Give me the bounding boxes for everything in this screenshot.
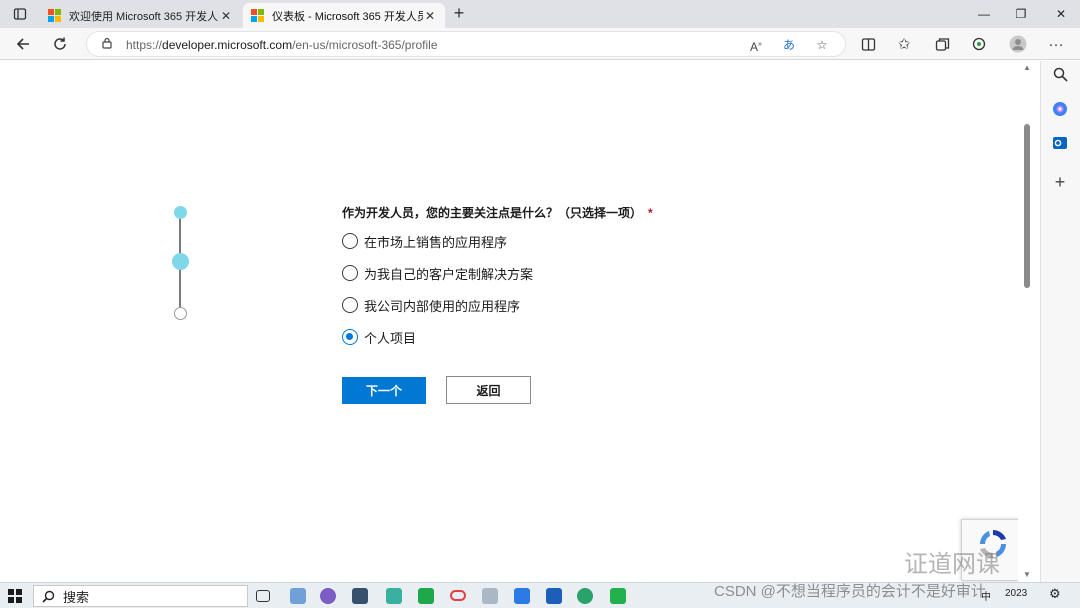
- more-menu-icon: ···: [1048, 35, 1064, 53]
- page-scrollbar[interactable]: ▲ ▼: [1018, 61, 1036, 582]
- option-label: 在市场上销售的应用程序: [364, 234, 508, 250]
- step-3-dot: [174, 307, 187, 320]
- split-screen-icon: [861, 37, 875, 51]
- windows-start-icon[interactable]: [8, 589, 22, 603]
- navigation-bar: https://developer.microsoft.com/en-us/mi…: [0, 28, 1080, 60]
- scroll-up-icon[interactable]: ▲: [1023, 63, 1031, 72]
- focus-question: 作为开发人员，您的主要关注点是什么？（只选择一项） *: [342, 204, 653, 221]
- search-icon: [42, 590, 55, 603]
- microsoft-logo-icon: [48, 8, 62, 23]
- scroll-thumb[interactable]: [1024, 124, 1030, 288]
- new-tab-button[interactable]: +: [448, 3, 470, 25]
- tab-welcome[interactable]: 欢迎使用 Microsoft 365 开发人员 ✕: [40, 3, 241, 28]
- settings-gear-icon[interactable]: ⚙: [1049, 586, 1061, 602]
- close-tab-icon[interactable]: ✕: [423, 9, 437, 23]
- url-scheme: https://: [126, 38, 163, 52]
- csdn-text: CSDN @不想当程序员的会计不是好审计: [714, 583, 986, 600]
- edge-sidebar: +: [1040, 61, 1080, 582]
- app-icon[interactable]: [450, 590, 466, 601]
- task-view-icon[interactable]: [256, 590, 270, 602]
- more-menu-button[interactable]: ···: [1043, 32, 1069, 56]
- radio-button-selected[interactable]: [342, 329, 358, 345]
- app-icon[interactable]: [418, 588, 434, 604]
- radio-button[interactable]: [342, 233, 358, 249]
- app-icon[interactable]: [482, 588, 498, 604]
- copilot-icon[interactable]: [1050, 101, 1070, 121]
- option-label: 为我自己的客户定制解决方案: [364, 266, 534, 282]
- radio-button[interactable]: [342, 297, 358, 313]
- add-icon[interactable]: +: [1050, 172, 1070, 192]
- extensions-icon: [972, 37, 986, 51]
- option-label: 个人项目: [364, 330, 417, 346]
- step-1-dot: [174, 206, 187, 219]
- option-custom-solutions[interactable]: 为我自己的客户定制解决方案: [342, 264, 533, 282]
- collections-button[interactable]: [929, 32, 955, 56]
- minimize-button[interactable]: —: [966, 0, 1002, 28]
- url-path: /en-us/microsoft-365/profile: [292, 38, 438, 52]
- tab-title: 仪表板 - Microsoft 365 开发人员: [272, 10, 423, 23]
- profile-button[interactable]: [1005, 32, 1031, 56]
- edge-icon[interactable]: [577, 588, 593, 604]
- option-personal-projects[interactable]: 个人项目: [342, 328, 416, 346]
- word-icon[interactable]: [546, 588, 562, 604]
- address-bar[interactable]: https://developer.microsoft.com/en-us/mi…: [86, 31, 846, 57]
- url-host: developer.microsoft.com: [162, 38, 293, 52]
- favorite-star-icon[interactable]: ☆: [812, 35, 832, 55]
- search-label: 搜索: [63, 589, 90, 605]
- search-icon[interactable]: [1050, 67, 1070, 87]
- brand-text: 证道网课: [904, 551, 1000, 578]
- brand-watermark: 证道网课: [904, 544, 1000, 579]
- app-icon[interactable]: [386, 588, 402, 604]
- option-marketplace-apps[interactable]: 在市场上销售的应用程序: [342, 232, 507, 250]
- wechat-icon[interactable]: [610, 588, 626, 604]
- favorites-button[interactable]: ✩: [891, 32, 917, 56]
- csdn-watermark: CSDN @不想当程序员的会计不是好审计: [714, 580, 986, 601]
- back-form-button[interactable]: 返回: [446, 376, 531, 404]
- tab-title: 欢迎使用 Microsoft 365 开发人员: [69, 10, 219, 23]
- step-2-dot: [172, 253, 189, 270]
- app-icon[interactable]: [352, 588, 368, 604]
- app-icon[interactable]: [514, 588, 530, 604]
- translate-icon[interactable]: あ: [779, 35, 799, 55]
- next-button[interactable]: 下一个: [342, 377, 426, 404]
- extensions-button[interactable]: [966, 32, 992, 56]
- required-mark: *: [648, 206, 653, 220]
- outlook-icon[interactable]: [1050, 135, 1070, 155]
- refresh-button[interactable]: [47, 32, 73, 56]
- profile-avatar: [1009, 35, 1027, 53]
- question-text: 作为开发人员，您的主要关注点是什么？（只选择一项）: [342, 206, 643, 220]
- maximize-button[interactable]: ❐: [1003, 0, 1039, 28]
- url-text[interactable]: https://developer.microsoft.com/en-us/mi…: [126, 38, 438, 52]
- option-internal-apps[interactable]: 我公司内部使用的应用程序: [342, 296, 520, 314]
- app-icon[interactable]: [290, 588, 306, 604]
- close-window-button[interactable]: ✕: [1043, 0, 1079, 28]
- scroll-down-icon[interactable]: ▼: [1023, 570, 1031, 579]
- collections-icon: [935, 37, 949, 51]
- tab-strip: 欢迎使用 Microsoft 365 开发人员 ✕ 仪表板 - Microsof…: [0, 0, 1080, 28]
- radio-button[interactable]: [342, 265, 358, 281]
- favorites-icon: ✩: [897, 36, 911, 53]
- microsoft-logo-icon: [251, 8, 265, 23]
- app-icon[interactable]: [320, 588, 336, 604]
- site-info-icon[interactable]: [97, 35, 117, 55]
- taskbar-search[interactable]: 搜索: [33, 585, 248, 607]
- split-screen-button[interactable]: [855, 32, 881, 56]
- tab-dashboard[interactable]: 仪表板 - Microsoft 365 开发人员 ✕: [243, 3, 445, 28]
- tab-actions-button[interactable]: [4, 2, 36, 26]
- option-label: 我公司内部使用的应用程序: [364, 298, 521, 314]
- back-icon: [16, 38, 29, 50]
- page-content: [0, 61, 1036, 582]
- close-tab-icon[interactable]: ✕: [219, 9, 233, 23]
- read-aloud-icon[interactable]: A»: [746, 35, 766, 55]
- refresh-icon: [54, 37, 66, 50]
- clock[interactable]: 2023: [1005, 588, 1027, 599]
- tab-actions-icon: [13, 8, 27, 20]
- back-button[interactable]: [10, 32, 36, 56]
